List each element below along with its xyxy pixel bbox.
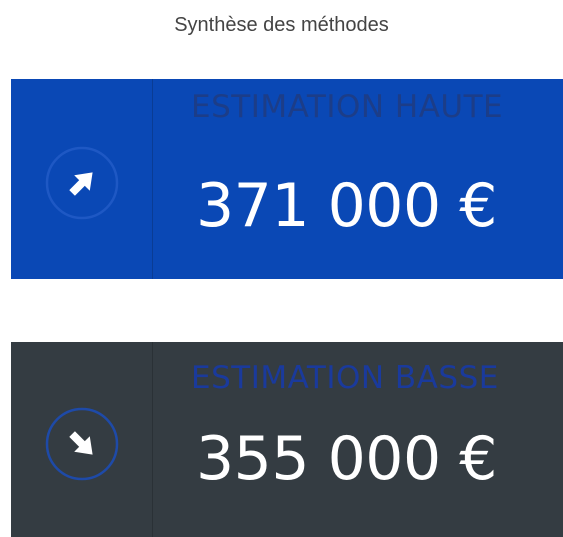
high-estimate-label: ESTIMATION HAUTE xyxy=(191,89,504,125)
low-estimate-label: ESTIMATION BASSE xyxy=(191,360,499,396)
arrow-down-right-icon xyxy=(44,406,120,482)
page-title: Synthèse des méthodes xyxy=(174,14,389,36)
arrow-up-right-icon xyxy=(44,145,120,221)
high-estimate-card: ESTIMATION HAUTE 371 000 € xyxy=(11,79,563,279)
low-estimate-value: 355 000 € xyxy=(196,424,497,494)
high-estimate-value: 371 000 € xyxy=(196,171,497,241)
estimate-summary-page: Synthèse des méthodes ESTIMATION HAUTE 3… xyxy=(0,0,563,537)
card-divider xyxy=(152,79,153,279)
low-estimate-card: ESTIMATION BASSE 355 000 € xyxy=(11,342,563,537)
card-divider xyxy=(152,342,153,537)
